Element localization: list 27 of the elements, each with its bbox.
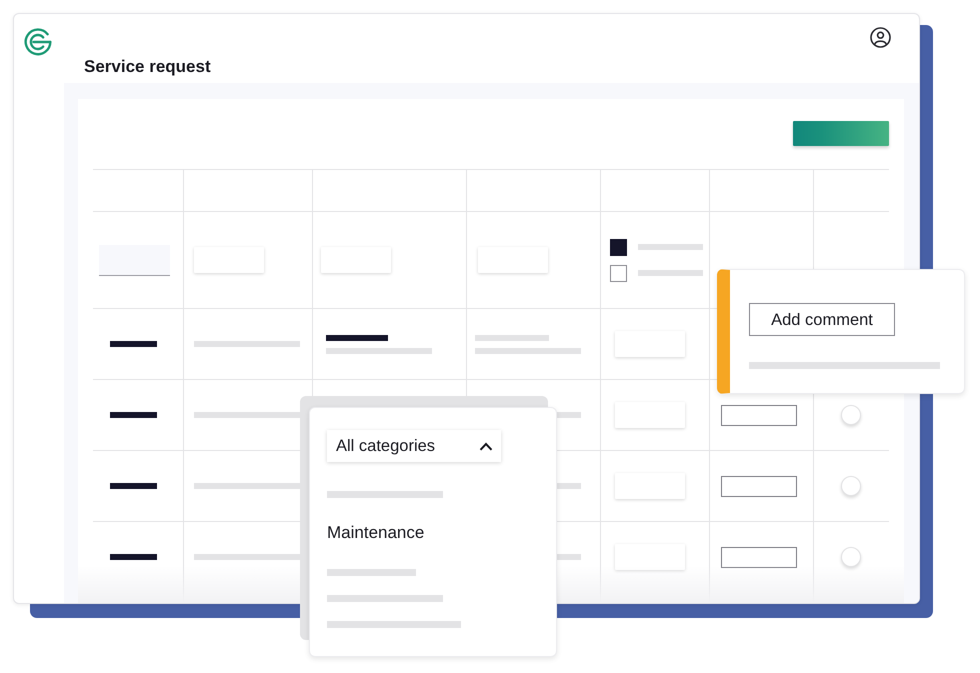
placeholder-tile bbox=[478, 247, 548, 273]
logo-icon bbox=[24, 28, 52, 56]
placeholder-text-bar bbox=[110, 341, 157, 347]
input-field[interactable] bbox=[720, 476, 796, 496]
menu-option[interactable]: Maintenance bbox=[327, 520, 424, 546]
placeholder-text-bar bbox=[110, 412, 157, 418]
input-field[interactable] bbox=[720, 404, 796, 426]
placeholder-tile bbox=[320, 247, 390, 273]
user-account-icon[interactable] bbox=[870, 27, 891, 48]
radio-button[interactable] bbox=[841, 405, 862, 425]
add-comment-button[interactable]: Add comment bbox=[749, 303, 895, 336]
placeholder-tile bbox=[614, 544, 684, 570]
page-title: Service request bbox=[84, 57, 211, 77]
radio-button[interactable] bbox=[841, 476, 862, 496]
checkbox[interactable] bbox=[610, 238, 626, 256]
placeholder-tile bbox=[614, 331, 684, 357]
placeholder-tile bbox=[614, 473, 684, 499]
input-field[interactable] bbox=[99, 244, 170, 276]
placeholder-text-bar bbox=[326, 334, 388, 340]
category-select[interactable]: All categories bbox=[327, 430, 501, 462]
placeholder-tile bbox=[614, 402, 684, 428]
checkbox[interactable] bbox=[610, 264, 626, 282]
radio-button[interactable] bbox=[841, 547, 862, 568]
placeholder-text-bar bbox=[110, 483, 157, 489]
placeholder-text-bar bbox=[110, 554, 157, 560]
input-field[interactable] bbox=[720, 546, 796, 568]
placeholder-tile bbox=[194, 247, 264, 273]
